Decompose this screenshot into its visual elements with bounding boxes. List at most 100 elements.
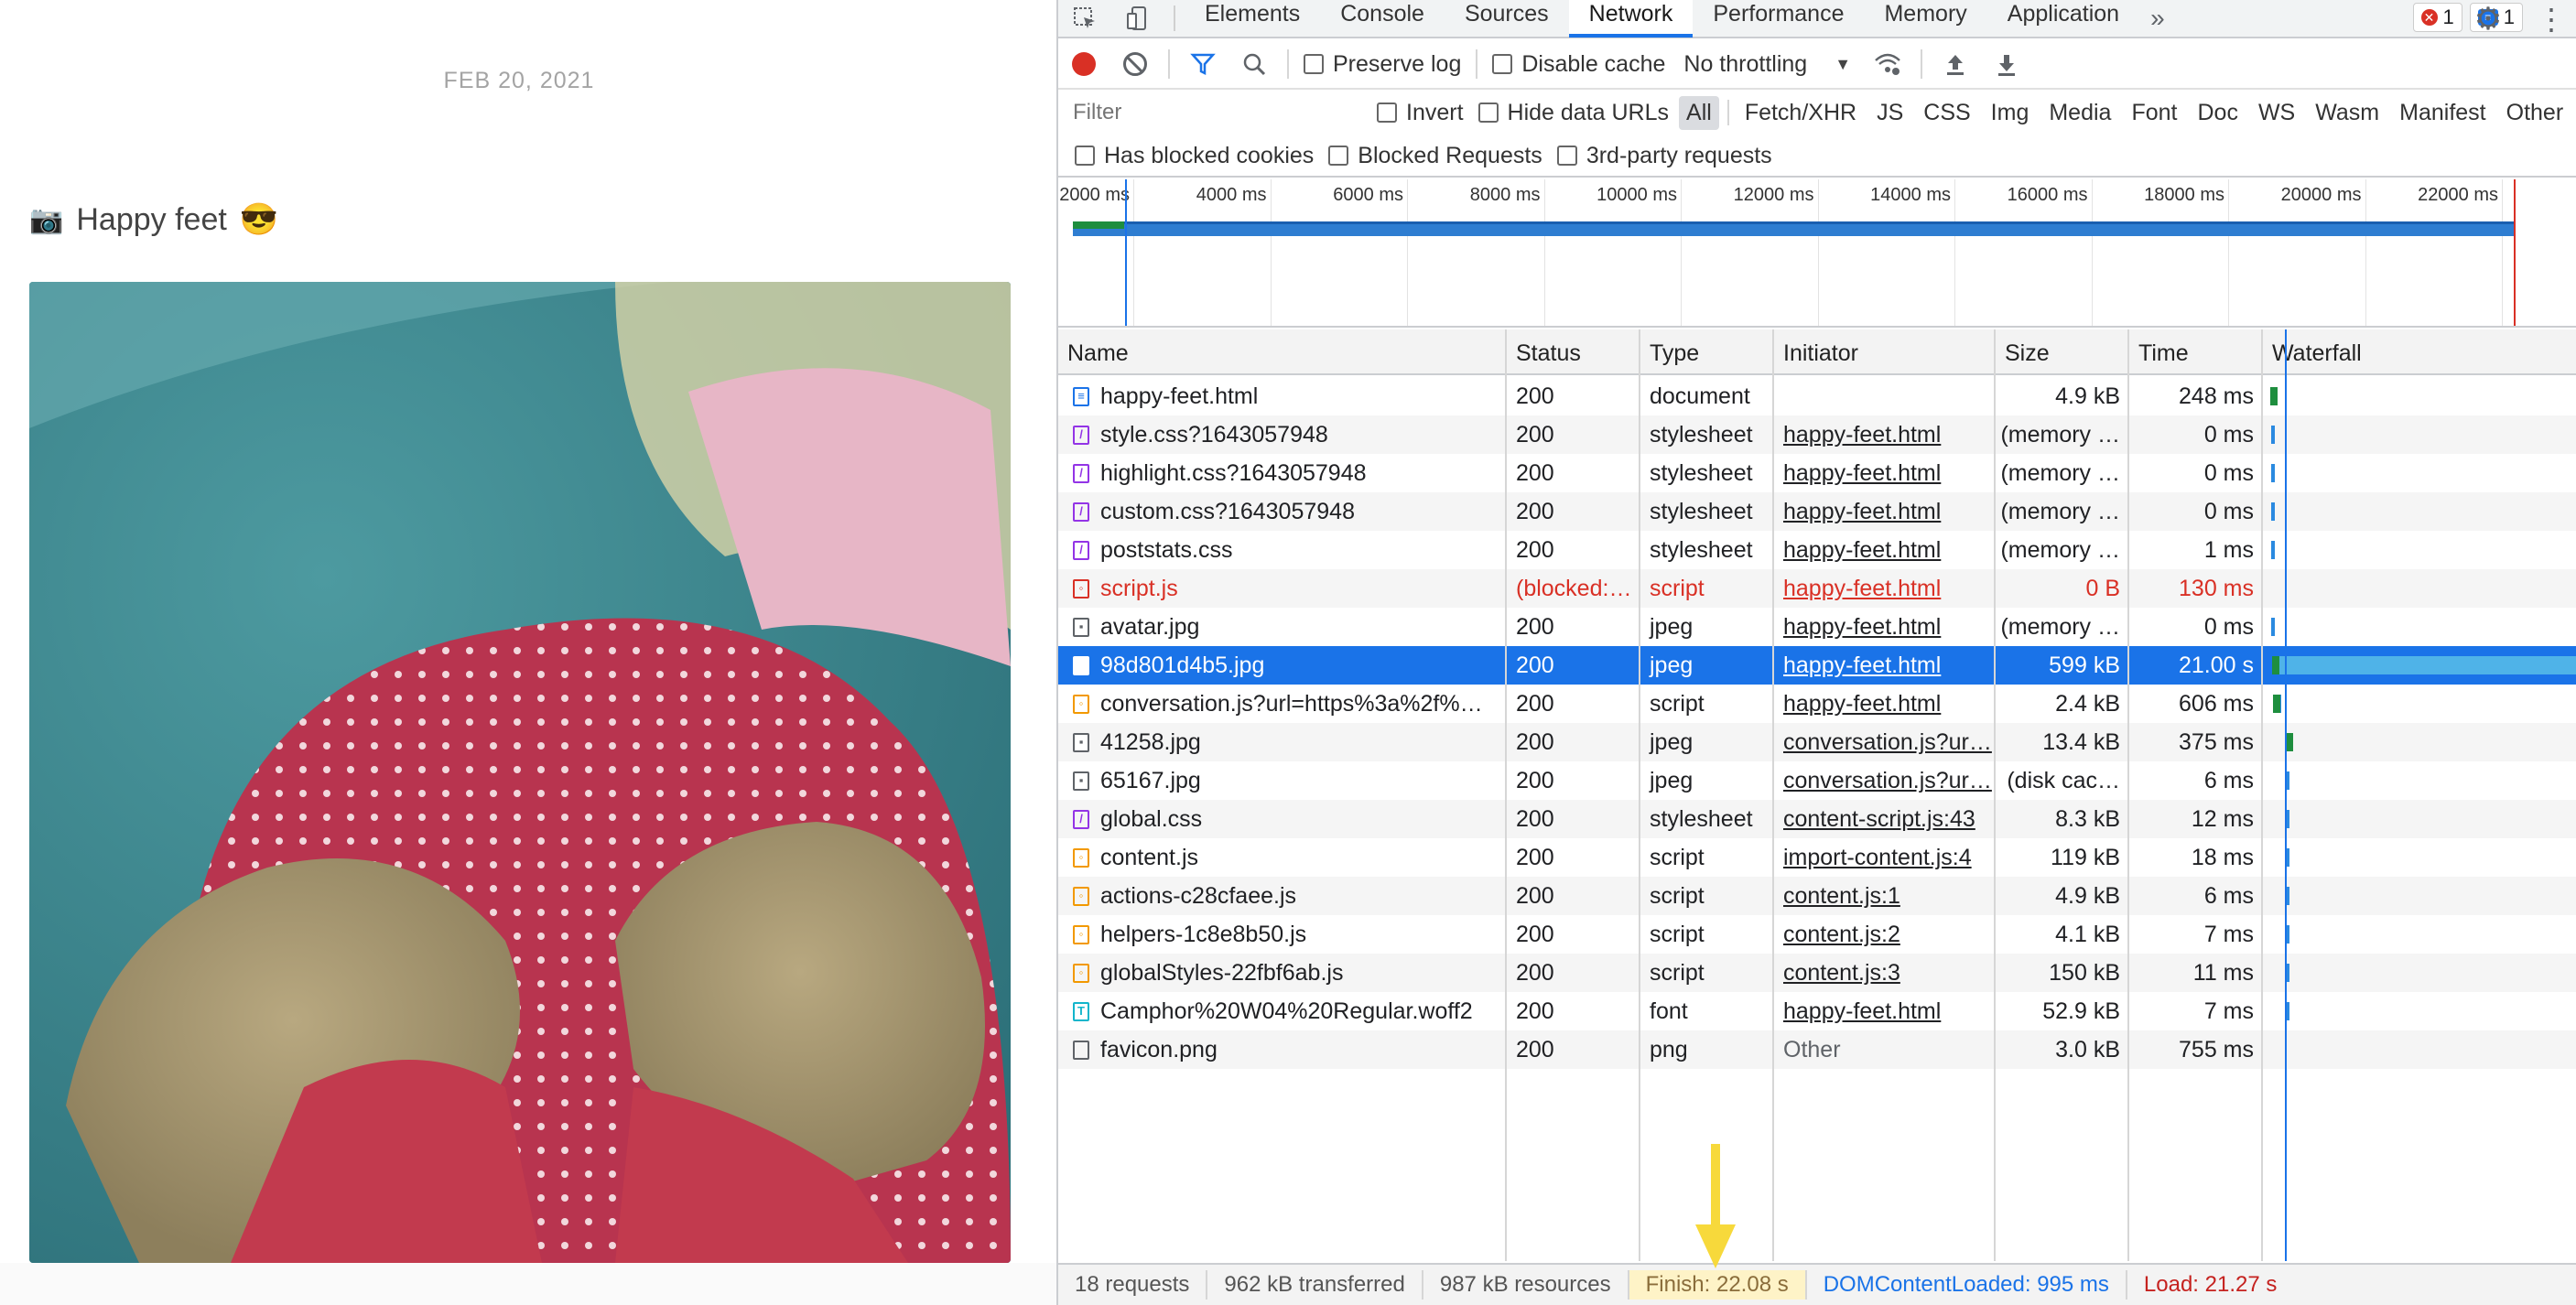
throttling-select[interactable]: No throttling ▼ [1672,51,1862,78]
image-icon: ▪ [1073,618,1089,637]
post-title-text: Happy feet [76,201,227,237]
cell-initiator[interactable]: happy-feet.html [1774,492,1994,531]
device-toolbar-icon[interactable] [1111,0,1164,38]
cell-initiator[interactable]: content.js:1 [1774,877,1994,915]
cell-initiator[interactable]: content-script.js:43 [1774,800,1994,838]
network-conditions-button[interactable] [1862,39,1913,89]
table-row[interactable]: / custom.css?1643057948 200 stylesheet happy… [1058,492,2576,531]
table-row[interactable]: / highlight.css?1643057948 200 stylesheet ha… [1058,454,2576,492]
column-header-type[interactable]: Type [1640,329,1774,375]
record-button[interactable] [1058,39,1109,89]
tab-performance[interactable]: Performance [1693,0,1864,38]
disable-cache-checkbox[interactable]: Disable cache [1485,51,1672,78]
table-row[interactable]: ◦ actions-c28cfaee.js 200 script content.js:… [1058,877,2576,915]
cell-initiator[interactable]: happy-feet.html [1774,685,1994,723]
table-row[interactable]: ◦ helpers-1c8e8b50.js 200 script content.js:… [1058,915,2576,954]
blank-icon [1073,1041,1089,1060]
post-title[interactable]: 📷 Happy feet 😎 [29,201,278,238]
cell-time: 7 ms [2203,998,2254,1024]
has-blocked-cookies-checkbox[interactable]: Has blocked cookies [1075,143,1321,169]
type-filter-media[interactable]: Media [2041,96,2118,130]
table-row[interactable]: ◦ content.js 200 script import-content.js:4 1… [1058,838,2576,877]
cell-name: Camphor%20W04%20Regular.woff2 [1100,998,1473,1024]
blocked-requests-checkbox[interactable]: Blocked Requests [1321,143,1550,169]
cell-time: 21.00 s [2178,652,2254,678]
cell-initiator[interactable]: conversation.js?ur… [1774,723,1994,761]
table-row[interactable]: ▪ avatar.jpg 200 jpeg happy-feet.html (memory… [1058,608,2576,646]
type-filter-fetch-xhr[interactable]: Fetch/XHR [1737,96,1864,130]
type-filter-js[interactable]: JS [1869,96,1910,130]
type-filter-all[interactable]: All [1679,95,1719,130]
cell-initiator[interactable]: happy-feet.html [1774,569,1994,608]
timeline-overview[interactable]: 2000 ms 4000 ms 6000 ms 8000 ms 10000 ms 1200… [1058,179,2576,328]
cell-initiator[interactable]: conversation.js?ur… [1774,761,1994,800]
table-row[interactable]: / global.css 200 stylesheet content-script.j… [1058,800,2576,838]
table-row[interactable]: ◦ conversation.js?url=https%3a%2f%… 200 scr… [1058,685,2576,723]
more-options-icon[interactable]: ⋮ [2537,2,2566,37]
hide-data-urls-checkbox[interactable]: Hide data URLs [1471,100,1676,126]
table-row[interactable]: / style.css?1643057948 200 stylesheet happy-… [1058,415,2576,454]
third-party-checkbox[interactable]: 3rd-party requests [1550,143,1780,169]
cell-initiator[interactable]: happy-feet.html [1774,415,1994,454]
type-filter-manifest[interactable]: Manifest [2392,96,2493,130]
invert-checkbox[interactable]: Invert [1369,100,1471,126]
preserve-log-checkbox[interactable]: Preserve log [1296,51,1468,78]
cell-initiator[interactable]: import-content.js:4 [1774,838,1994,877]
more-tabs-icon[interactable]: » [2139,4,2176,33]
column-header-name[interactable]: Name [1058,329,1507,375]
table-row[interactable]: ▪ 98d801d4b5.jpg 200 jpeg happy-feet.html 599… [1058,646,2576,685]
cell-initiator[interactable]: content.js:3 [1774,954,1994,992]
cell-type: jpeg [1650,768,1694,793]
table-row[interactable]: favicon.png 200 png Other 3.0 kB 755 ms [1058,1030,2576,1069]
post-photo[interactable] [29,282,1011,1263]
cell-initiator[interactable]: happy-feet.html [1774,531,1994,569]
table-row[interactable]: ◦ script.js (blocked:… script happy-feet.htm… [1058,569,2576,608]
filter-toggle-button[interactable] [1177,39,1228,89]
type-filter-doc[interactable]: Doc [2190,96,2245,130]
cell-initiator[interactable]: happy-feet.html [1774,454,1994,492]
cell-initiator[interactable]: content.js:2 [1774,915,1994,954]
table-row[interactable]: ▪ 65167.jpg 200 jpeg conversation.js?ur… (dis… [1058,761,2576,800]
tab-sources[interactable]: Sources [1445,0,1569,38]
cell-initiator[interactable]: happy-feet.html [1774,646,1994,685]
cell-initiator[interactable]: happy-feet.html [1774,608,1994,646]
column-header-waterfall[interactable]: Waterfall [2263,329,2576,375]
cell-time: 11 ms [2192,960,2254,986]
table-row[interactable]: ▪ 41258.jpg 200 jpeg conversation.js?ur… 13.4… [1058,723,2576,761]
table-row[interactable]: T Camphor%20W04%20Regular.woff2 200 font hap… [1058,992,2576,1030]
cell-time: 1 ms [2203,537,2254,563]
settings-gear-icon[interactable]: ⚙ [2470,2,2506,37]
type-filter-ws[interactable]: WS [2251,96,2302,130]
tab-console[interactable]: Console [1320,0,1445,38]
clear-button[interactable] [1109,39,1161,89]
overview-tick-label: 22000 ms [2418,185,2498,205]
import-har-button[interactable] [1930,39,1981,89]
column-header-time[interactable]: Time [2129,329,2263,375]
tab-network[interactable]: Network [1568,0,1694,38]
tab-memory[interactable]: Memory [1864,0,1986,38]
type-filter-other[interactable]: Other [2499,96,2571,130]
tab-application[interactable]: Application [1987,0,2139,38]
cell-status: 200 [1516,806,1554,832]
search-button[interactable] [1228,39,1280,89]
table-row[interactable]: / poststats.css 200 stylesheet happy-feet.ht… [1058,531,2576,569]
waterfall-bar [2271,541,2276,559]
export-har-button[interactable] [1981,39,2032,89]
type-filter-wasm[interactable]: Wasm [2308,96,2387,130]
cell-size: (memory … [2000,499,2120,524]
column-header-size[interactable]: Size [1996,329,2129,375]
column-header-status[interactable]: Status [1507,329,1640,375]
type-filter-css[interactable]: CSS [1916,96,1977,130]
type-filter-font[interactable]: Font [2124,96,2184,130]
cell-initiator[interactable]: happy-feet.html [1774,992,1994,1030]
cell-status: (blocked:… [1516,576,1632,601]
error-count-badge[interactable]: ✕ 1 [2412,3,2462,32]
table-row[interactable]: ≡ happy-feet.html 200 document 4.9 kB 248 ms [1058,377,2576,415]
type-filter-img[interactable]: Img [1984,96,2037,130]
inspect-element-icon[interactable] [1058,0,1111,38]
tab-elements[interactable]: Elements [1185,0,1320,38]
filter-input[interactable] [1067,95,1369,130]
cell-size: (memory … [2000,460,2120,486]
column-header-initiator[interactable]: Initiator [1774,329,1996,375]
table-row[interactable]: ◦ globalStyles-22fbf6ab.js 200 script conten… [1058,954,2576,992]
